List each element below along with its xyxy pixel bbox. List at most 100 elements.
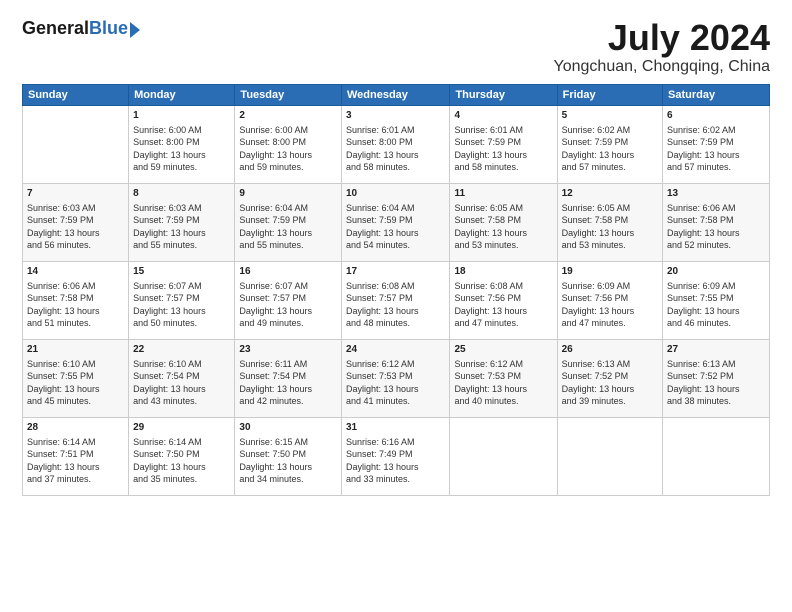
logo-blue-text: Blue (89, 18, 128, 39)
day-number: 23 (239, 343, 337, 357)
calendar-cell: 28Sunrise: 6:14 AM Sunset: 7:51 PM Dayli… (23, 417, 129, 495)
day-number: 31 (346, 421, 445, 435)
cell-content: Sunrise: 6:15 AM Sunset: 7:50 PM Dayligh… (239, 436, 337, 486)
cell-content: Sunrise: 6:10 AM Sunset: 7:54 PM Dayligh… (133, 358, 230, 408)
page: General Blue July 2024 Yongchuan, Chongq… (0, 0, 792, 612)
calendar-cell: 30Sunrise: 6:15 AM Sunset: 7:50 PM Dayli… (235, 417, 342, 495)
cell-content: Sunrise: 6:04 AM Sunset: 7:59 PM Dayligh… (239, 202, 337, 252)
day-number: 6 (667, 109, 765, 123)
day-number: 18 (454, 265, 552, 279)
day-number: 20 (667, 265, 765, 279)
day-number: 9 (239, 187, 337, 201)
week-row-2: 7 Sunrise: 6:03 AM Sunset: 7:59 PM Daylig… (23, 183, 770, 261)
cell-content: Sunrise: 6:08 AM Sunset: 7:57 PM Dayligh… (346, 280, 445, 330)
cell-content: Sunrise: 6:02 AM Sunset: 7:59 PM Dayligh… (667, 124, 765, 174)
calendar-cell: 24Sunrise: 6:12 AM Sunset: 7:53 PM Dayli… (341, 339, 449, 417)
calendar-cell: 3Sunrise: 6:01 AM Sunset: 8:00 PM Daylig… (341, 105, 449, 183)
cell-content: Sunrise: 6:08 AM Sunset: 7:56 PM Dayligh… (454, 280, 552, 330)
day-number: 30 (239, 421, 337, 435)
cell-content: Sunrise: 6:02 AM Sunset: 7:59 PM Dayligh… (562, 124, 658, 174)
cell-content: Sunrise: 6:00 AM Sunset: 8:00 PM Dayligh… (133, 124, 230, 174)
calendar-cell: 29Sunrise: 6:14 AM Sunset: 7:50 PM Dayli… (129, 417, 235, 495)
day-number: 4 (454, 109, 552, 123)
calendar-cell (557, 417, 662, 495)
header-row: SundayMondayTuesdayWednesdayThursdayFrid… (23, 84, 770, 105)
calendar-cell (663, 417, 770, 495)
cell-content: Sunrise: 6:12 AM Sunset: 7:53 PM Dayligh… (454, 358, 552, 408)
cell-content: Sunrise: 6:07 AM Sunset: 7:57 PM Dayligh… (133, 280, 230, 330)
cell-content: Sunrise: 6:13 AM Sunset: 7:52 PM Dayligh… (562, 358, 658, 408)
col-header-wednesday: Wednesday (341, 84, 449, 105)
calendar-cell: 20Sunrise: 6:09 AM Sunset: 7:55 PM Dayli… (663, 261, 770, 339)
calendar-cell: 6Sunrise: 6:02 AM Sunset: 7:59 PM Daylig… (663, 105, 770, 183)
cell-content: Sunrise: 6:14 AM Sunset: 7:50 PM Dayligh… (133, 436, 230, 486)
header: General Blue July 2024 Yongchuan, Chongq… (22, 18, 770, 76)
cell-content: Sunrise: 6:10 AM Sunset: 7:55 PM Dayligh… (27, 358, 124, 408)
day-number: 7 (27, 187, 124, 201)
day-number: 21 (27, 343, 124, 357)
calendar-cell: 7Sunrise: 6:03 AM Sunset: 7:59 PM Daylig… (23, 183, 129, 261)
calendar-cell: 23Sunrise: 6:11 AM Sunset: 7:54 PM Dayli… (235, 339, 342, 417)
cell-content: Sunrise: 6:06 AM Sunset: 7:58 PM Dayligh… (667, 202, 765, 252)
cell-content: Sunrise: 6:09 AM Sunset: 7:55 PM Dayligh… (667, 280, 765, 330)
cell-content: Sunrise: 6:14 AM Sunset: 7:51 PM Dayligh… (27, 436, 124, 486)
day-number: 24 (346, 343, 445, 357)
calendar-cell: 17Sunrise: 6:08 AM Sunset: 7:57 PM Dayli… (341, 261, 449, 339)
calendar-cell: 11Sunrise: 6:05 AM Sunset: 7:58 PM Dayli… (450, 183, 557, 261)
month-title: July 2024 (554, 18, 770, 58)
location: Yongchuan, Chongqing, China (554, 58, 770, 76)
calendar-cell: 14Sunrise: 6:06 AM Sunset: 7:58 PM Dayli… (23, 261, 129, 339)
day-number: 29 (133, 421, 230, 435)
cell-content: Sunrise: 6:12 AM Sunset: 7:53 PM Dayligh… (346, 358, 445, 408)
day-number: 28 (27, 421, 124, 435)
calendar-cell: 9Sunrise: 6:04 AM Sunset: 7:59 PM Daylig… (235, 183, 342, 261)
cell-content: Sunrise: 6:13 AM Sunset: 7:52 PM Dayligh… (667, 358, 765, 408)
day-number: 26 (562, 343, 658, 357)
calendar-cell: 19Sunrise: 6:09 AM Sunset: 7:56 PM Dayli… (557, 261, 662, 339)
col-header-monday: Monday (129, 84, 235, 105)
calendar-cell: 31Sunrise: 6:16 AM Sunset: 7:49 PM Dayli… (341, 417, 449, 495)
calendar-cell: 15Sunrise: 6:07 AM Sunset: 7:57 PM Dayli… (129, 261, 235, 339)
week-row-4: 21Sunrise: 6:10 AM Sunset: 7:55 PM Dayli… (23, 339, 770, 417)
logo-arrow-icon (130, 22, 140, 38)
calendar-cell: 10Sunrise: 6:04 AM Sunset: 7:59 PM Dayli… (341, 183, 449, 261)
calendar-cell: 21Sunrise: 6:10 AM Sunset: 7:55 PM Dayli… (23, 339, 129, 417)
col-header-tuesday: Tuesday (235, 84, 342, 105)
col-header-friday: Friday (557, 84, 662, 105)
cell-content: Sunrise: 6:04 AM Sunset: 7:59 PM Dayligh… (346, 202, 445, 252)
cell-content: Sunrise: 6:05 AM Sunset: 7:58 PM Dayligh… (562, 202, 658, 252)
title-block: July 2024 Yongchuan, Chongqing, China (554, 18, 770, 76)
calendar-table: SundayMondayTuesdayWednesdayThursdayFrid… (22, 84, 770, 496)
day-number: 19 (562, 265, 658, 279)
col-header-sunday: Sunday (23, 84, 129, 105)
calendar-cell: 26Sunrise: 6:13 AM Sunset: 7:52 PM Dayli… (557, 339, 662, 417)
cell-content: Sunrise: 6:11 AM Sunset: 7:54 PM Dayligh… (239, 358, 337, 408)
calendar-cell: 16Sunrise: 6:07 AM Sunset: 7:57 PM Dayli… (235, 261, 342, 339)
day-number: 14 (27, 265, 124, 279)
day-number: 22 (133, 343, 230, 357)
calendar-cell: 8Sunrise: 6:03 AM Sunset: 7:59 PM Daylig… (129, 183, 235, 261)
calendar-cell: 12Sunrise: 6:05 AM Sunset: 7:58 PM Dayli… (557, 183, 662, 261)
cell-content: Sunrise: 6:03 AM Sunset: 7:59 PM Dayligh… (133, 202, 230, 252)
day-number: 17 (346, 265, 445, 279)
week-row-1: 1Sunrise: 6:00 AM Sunset: 8:00 PM Daylig… (23, 105, 770, 183)
calendar-cell: 1Sunrise: 6:00 AM Sunset: 8:00 PM Daylig… (129, 105, 235, 183)
day-number: 2 (239, 109, 337, 123)
day-number: 8 (133, 187, 230, 201)
day-number: 27 (667, 343, 765, 357)
day-number: 5 (562, 109, 658, 123)
calendar-cell: 13Sunrise: 6:06 AM Sunset: 7:58 PM Dayli… (663, 183, 770, 261)
cell-content: Sunrise: 6:07 AM Sunset: 7:57 PM Dayligh… (239, 280, 337, 330)
col-header-saturday: Saturday (663, 84, 770, 105)
calendar-cell: 2Sunrise: 6:00 AM Sunset: 8:00 PM Daylig… (235, 105, 342, 183)
calendar-cell (450, 417, 557, 495)
cell-content: Sunrise: 6:01 AM Sunset: 7:59 PM Dayligh… (454, 124, 552, 174)
day-number: 13 (667, 187, 765, 201)
day-number: 1 (133, 109, 230, 123)
cell-content: Sunrise: 6:09 AM Sunset: 7:56 PM Dayligh… (562, 280, 658, 330)
cell-content: Sunrise: 6:05 AM Sunset: 7:58 PM Dayligh… (454, 202, 552, 252)
calendar-cell: 4Sunrise: 6:01 AM Sunset: 7:59 PM Daylig… (450, 105, 557, 183)
calendar-cell: 18Sunrise: 6:08 AM Sunset: 7:56 PM Dayli… (450, 261, 557, 339)
calendar-cell: 27Sunrise: 6:13 AM Sunset: 7:52 PM Dayli… (663, 339, 770, 417)
cell-content: Sunrise: 6:00 AM Sunset: 8:00 PM Dayligh… (239, 124, 337, 174)
